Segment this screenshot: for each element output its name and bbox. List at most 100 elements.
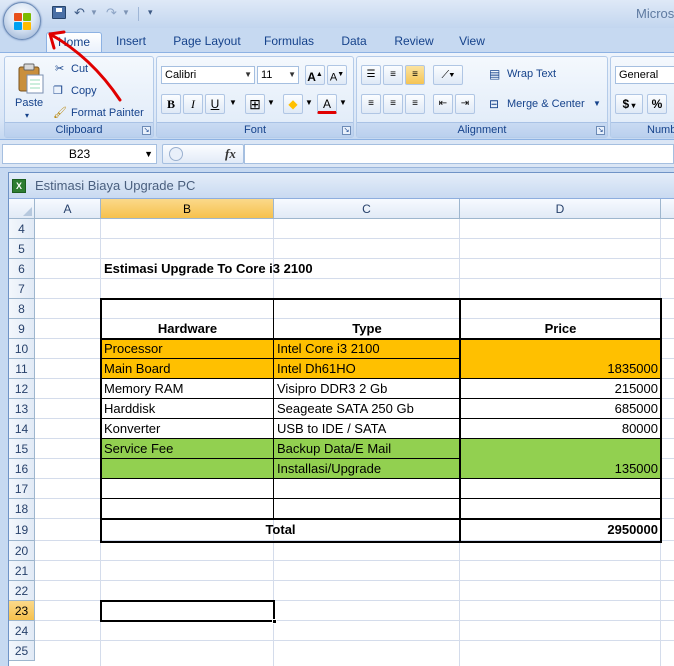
save-icon[interactable] (52, 6, 66, 19)
row-header[interactable]: 13 (9, 399, 35, 419)
column-header-e[interactable] (661, 199, 674, 219)
table-cell-price[interactable]: 685000 (460, 399, 660, 419)
formula-input[interactable] (244, 144, 674, 164)
row-header[interactable]: 10 (9, 339, 35, 359)
row-header[interactable]: 4 (9, 219, 35, 239)
table-cell-type[interactable]: Installasi/Upgrade (275, 459, 460, 479)
row-header[interactable]: 17 (9, 479, 35, 499)
align-middle-icon[interactable]: ≡ (383, 65, 403, 85)
row-header[interactable]: 5 (9, 239, 35, 259)
row-header[interactable]: 21 (9, 561, 35, 581)
increase-indent-icon[interactable]: ⇥ (455, 94, 475, 114)
insert-function-icon[interactable]: fx (225, 146, 236, 162)
table-header-hardware[interactable]: Hardware (101, 319, 274, 339)
wrap-text-icon[interactable]: ▤ (489, 67, 500, 81)
table-cell-type[interactable]: Intel Dh61HO (275, 359, 460, 379)
clipboard-launcher-icon[interactable]: ↘ (142, 126, 151, 135)
table-cell-type[interactable]: Seageate SATA 250 Gb (275, 399, 460, 419)
fill-color-icon[interactable]: ◆ (283, 94, 303, 114)
align-right-icon[interactable]: ≡ (405, 94, 425, 114)
row-header[interactable]: 19 (9, 519, 35, 541)
font-size-select[interactable]: 11 ▼ (257, 66, 299, 84)
merge-center-icon[interactable]: ⊟ (489, 97, 499, 111)
table-cell-type[interactable]: USB to IDE / SATA (275, 419, 460, 439)
borders-dropdown-icon[interactable]: ▼ (265, 94, 277, 114)
redo-icon[interactable]: ↷ (106, 5, 117, 21)
borders-icon[interactable]: ⊞ (245, 94, 265, 114)
active-cell[interactable] (100, 600, 275, 622)
font-color-dropdown-icon[interactable]: ▼ (337, 94, 349, 114)
grow-font-button[interactable]: A▲ (305, 65, 325, 85)
excel-workbook-icon[interactable]: X (12, 179, 26, 193)
shrink-font-button[interactable]: A▼ (327, 65, 347, 85)
total-value[interactable]: 2950000 (460, 520, 660, 540)
select-all-icon[interactable] (9, 199, 35, 219)
bold-button[interactable]: B (161, 94, 181, 114)
row-header[interactable]: 16 (9, 459, 35, 479)
table-header-type[interactable]: Type (274, 319, 460, 339)
table-cell-price[interactable]: 1835000 (460, 359, 660, 379)
row-header[interactable]: 22 (9, 581, 35, 601)
font-color-button[interactable]: A (317, 94, 337, 114)
paste-dropdown-icon[interactable]: ▾ (25, 111, 29, 120)
table-cell-price[interactable]: 215000 (460, 379, 660, 399)
row-header[interactable]: 9 (9, 319, 35, 339)
table-cell-type[interactable]: Backup Data/E Mail (275, 439, 460, 459)
table-cell-type[interactable]: Visipro DDR3 2 Gb (275, 379, 460, 399)
row-header[interactable]: 8 (9, 299, 35, 319)
tab-review[interactable]: Review (388, 32, 440, 52)
table-cell-price[interactable] (460, 339, 660, 359)
wrap-text-button[interactable]: Wrap Text (507, 68, 556, 80)
table-cell-price[interactable]: 135000 (460, 459, 660, 479)
tab-page-layout[interactable]: Page Layout (168, 32, 246, 52)
name-box[interactable]: B23 ▼ (2, 144, 157, 164)
table-cell-price[interactable] (460, 439, 660, 459)
table-cell-hardware[interactable]: Memory RAM (102, 379, 274, 399)
customize-qat-icon[interactable]: ▾ (148, 7, 153, 23)
decrease-indent-icon[interactable]: ⇤ (433, 94, 453, 114)
column-header-b[interactable]: B (101, 199, 274, 219)
row-header[interactable]: 11 (9, 359, 35, 379)
total-label[interactable]: Total (101, 520, 460, 540)
table-header-price[interactable]: Price (460, 319, 661, 339)
align-bottom-icon[interactable]: ≡ (405, 65, 425, 85)
column-header-a[interactable]: A (35, 199, 101, 219)
fill-color-dropdown-icon[interactable]: ▼ (303, 94, 315, 114)
italic-button[interactable]: I (183, 94, 203, 114)
fill-handle[interactable] (272, 619, 277, 624)
column-header-d[interactable]: D (460, 199, 661, 219)
column-header-c[interactable]: C (274, 199, 460, 219)
align-center-icon[interactable]: ≡ (383, 94, 403, 114)
underline-button[interactable]: U (205, 94, 225, 114)
expand-formula-icon[interactable] (169, 147, 183, 161)
row-header-selected[interactable]: 23 (9, 601, 35, 621)
tab-data[interactable]: Data (334, 32, 374, 52)
undo-icon[interactable]: ↶ (74, 5, 85, 21)
table-cell-hardware[interactable]: Service Fee (102, 439, 274, 459)
tab-view[interactable]: View (452, 32, 492, 52)
table-cell-hardware[interactable]: Konverter (102, 419, 274, 439)
row-header[interactable]: 6 (9, 259, 35, 279)
align-top-icon[interactable]: ☰ (361, 65, 381, 85)
percent-button[interactable]: % (647, 94, 667, 114)
font-launcher-icon[interactable]: ↘ (342, 126, 351, 135)
font-name-select[interactable]: Calibri ▼ (161, 66, 255, 84)
currency-button[interactable]: $ ▾ (615, 94, 643, 114)
row-header[interactable]: 7 (9, 279, 35, 299)
table-cell-hardware[interactable] (102, 459, 274, 479)
row-header[interactable]: 24 (9, 621, 35, 641)
row-header[interactable]: 18 (9, 499, 35, 519)
table-cell-price[interactable]: 80000 (460, 419, 660, 439)
sheet-title[interactable]: Estimasi Upgrade To Core i3 2100 (102, 259, 462, 279)
alignment-launcher-icon[interactable]: ↘ (596, 126, 605, 135)
row-header[interactable]: 20 (9, 541, 35, 561)
align-left-icon[interactable]: ≡ (361, 94, 381, 114)
table-cell-hardware[interactable]: Processor (102, 339, 274, 359)
tab-formulas[interactable]: Formulas (258, 32, 320, 52)
table-cell-hardware[interactable]: Main Board (102, 359, 274, 379)
row-header[interactable]: 12 (9, 379, 35, 399)
row-header[interactable]: 25 (9, 641, 35, 661)
merge-center-button[interactable]: Merge & Center (507, 98, 585, 110)
table-cell-hardware[interactable]: Harddisk (102, 399, 274, 419)
row-header[interactable]: 15 (9, 439, 35, 459)
